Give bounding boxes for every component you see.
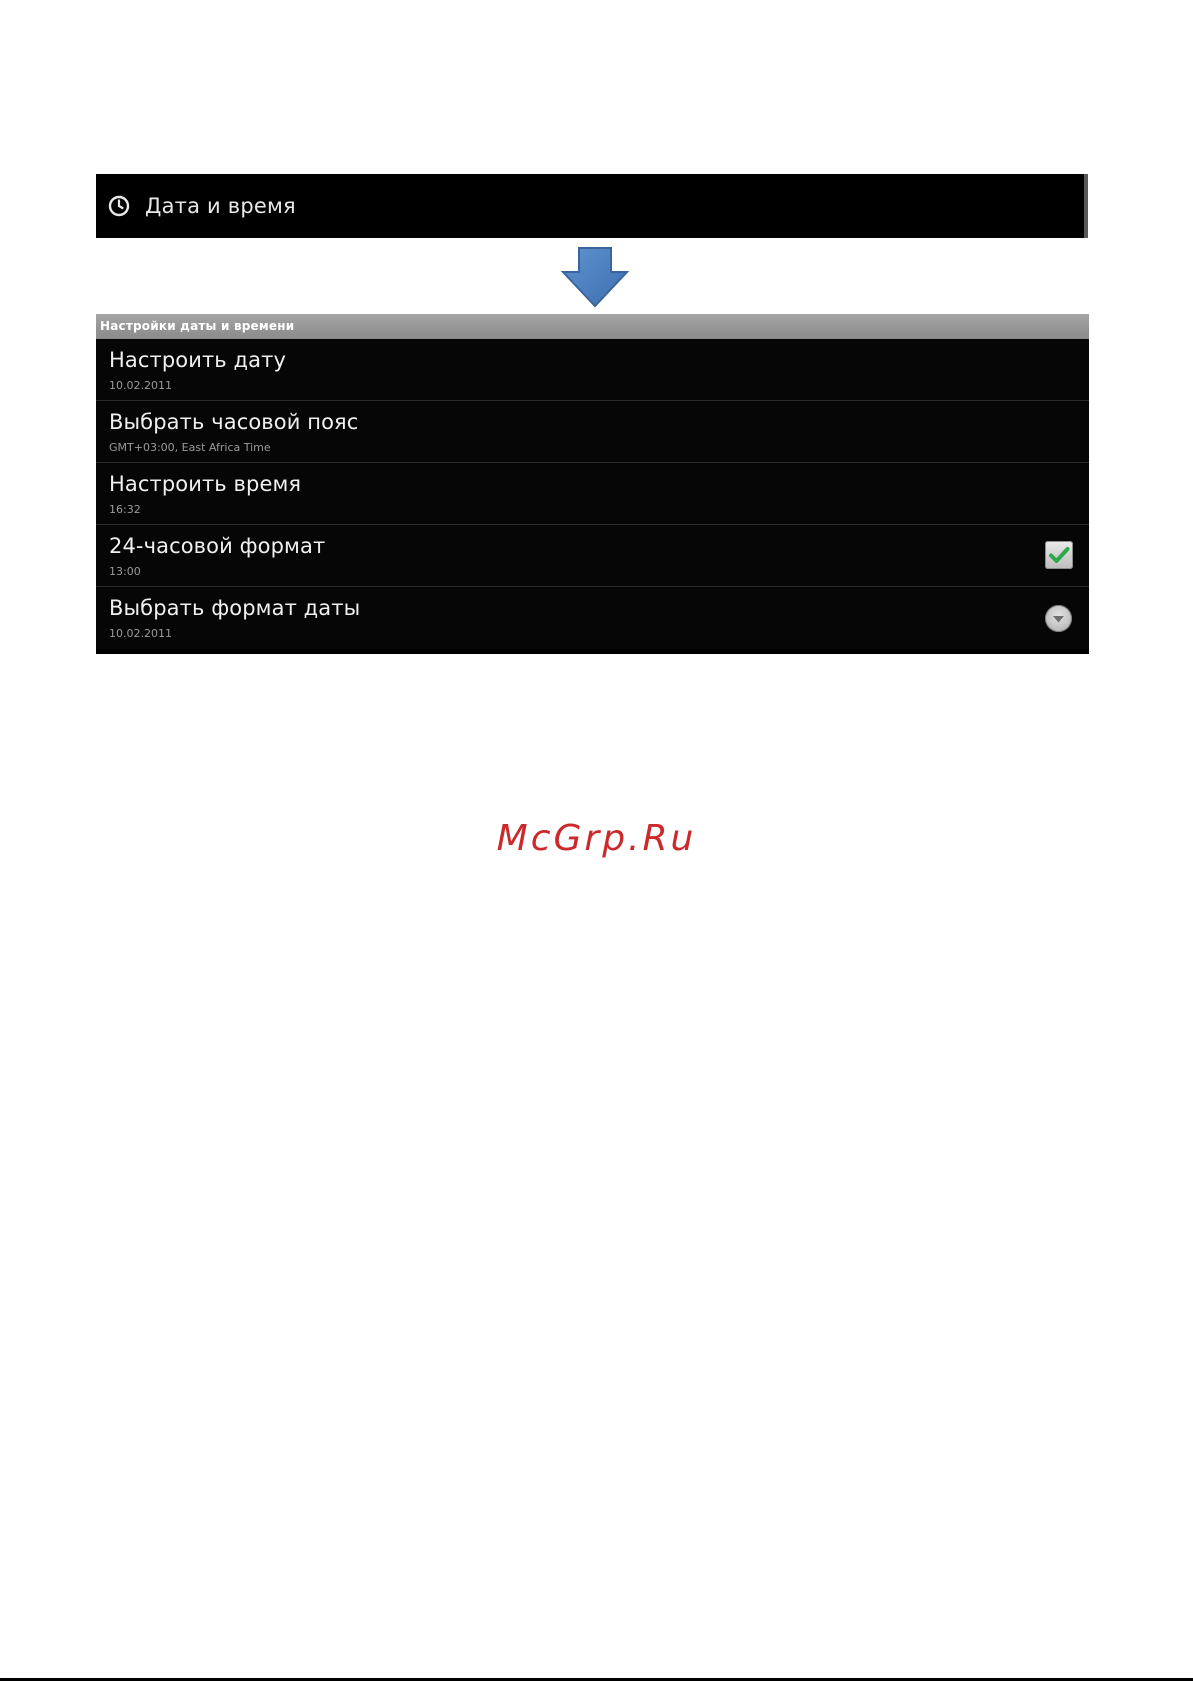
setting-row-time-zone[interactable]: Выбрать часовой пояс GMT+03:00, East Afr… (96, 401, 1089, 463)
checkmark-icon (1049, 547, 1070, 563)
setting-title: Настроить время (109, 472, 302, 496)
setting-title: 24-часовой формат (109, 534, 326, 558)
setting-summary: 13:00 (109, 565, 141, 578)
date-time-setting-item[interactable]: Дата и время (96, 174, 1088, 238)
setting-summary: 16:32 (109, 503, 141, 516)
setting-title: Настроить дату (109, 348, 286, 372)
chevron-down-icon (1053, 616, 1064, 623)
clock-icon (107, 194, 131, 218)
date-format-dropdown[interactable] (1045, 605, 1072, 632)
setting-row-set-date[interactable]: Настроить дату 10.02.2011 (96, 339, 1089, 401)
setting-title: Выбрать часовой пояс (109, 410, 359, 434)
setting-row-date-format[interactable]: Выбрать формат даты 10.02.2011 (96, 587, 1089, 649)
setting-summary: 10.02.2011 (109, 627, 172, 640)
setting-title: Выбрать формат даты (109, 596, 361, 620)
setting-row-24-hour-format[interactable]: 24-часовой формат 13:00 (96, 525, 1089, 587)
setting-summary: GMT+03:00, East Africa Time (109, 441, 271, 454)
24-hour-checkbox[interactable] (1045, 541, 1073, 569)
arrow-down-icon (560, 246, 630, 308)
date-time-settings-screen: Настройки даты и времени Настроить дату … (96, 314, 1089, 654)
setting-row-set-time[interactable]: Настроить время 16:32 (96, 463, 1089, 525)
setting-summary: 10.02.2011 (109, 379, 172, 392)
watermark: McGrp.Ru (496, 818, 697, 859)
date-time-label: Дата и время (145, 194, 296, 218)
screen-header: Настройки даты и времени (96, 314, 1089, 339)
